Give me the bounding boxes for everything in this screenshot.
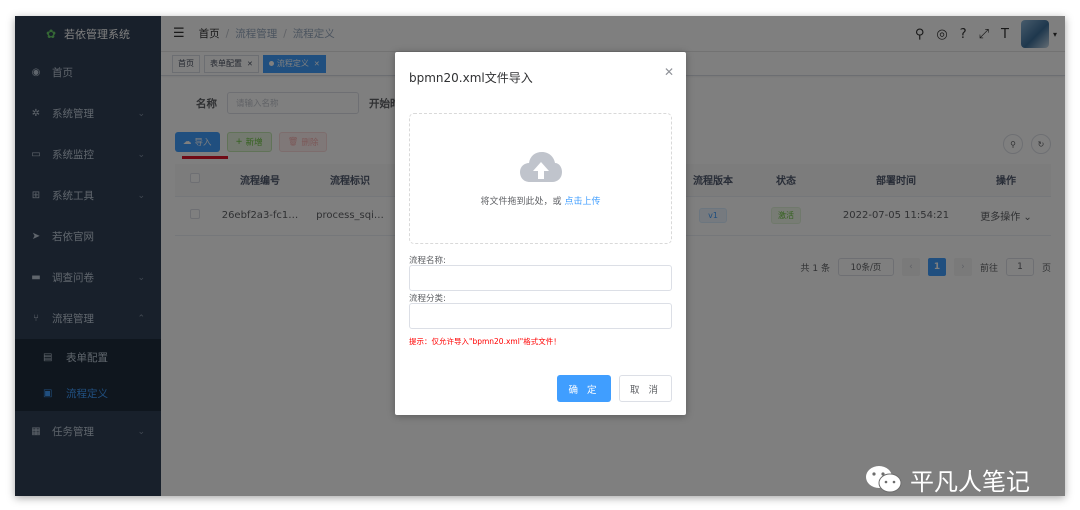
upload-text: 将文件拖到此处，或: [480, 197, 562, 207]
process-category-input[interactable]: [409, 303, 672, 329]
cancel-button[interactable]: 取 消: [619, 375, 672, 402]
process-name-input[interactable]: [409, 265, 672, 291]
wechat-icon: [866, 465, 902, 492]
cloud-upload-icon: [519, 152, 562, 182]
confirm-button[interactable]: 确 定: [557, 375, 611, 402]
format-hint: 提示：仅允许导入"bpmn20.xml"格式文件！: [409, 337, 561, 346]
close-icon[interactable]: ✕: [664, 65, 674, 79]
watermark: 平凡人笔记: [864, 462, 1030, 496]
import-dialog: bpmn20.xml文件导入 ✕ 将文件拖到此处，或 点击上传 流程名称: 流程…: [395, 52, 686, 415]
watermark-text: 平凡人笔记: [910, 468, 1030, 496]
upload-hint: 将文件拖到此处，或 点击上传: [481, 194, 601, 207]
upload-dropzone[interactable]: 将文件拖到此处，或 点击上传: [409, 113, 672, 244]
dialog-title: bpmn20.xml文件导入: [409, 71, 533, 85]
upload-link[interactable]: 点击上传: [564, 197, 600, 207]
app-window: ✿ 若依管理系统 ◉ 首页 ✲ 系统管理 ⌄ ▭ 系统监控 ⌄ ⊞ 系统工具 ⌄…: [15, 16, 1065, 496]
